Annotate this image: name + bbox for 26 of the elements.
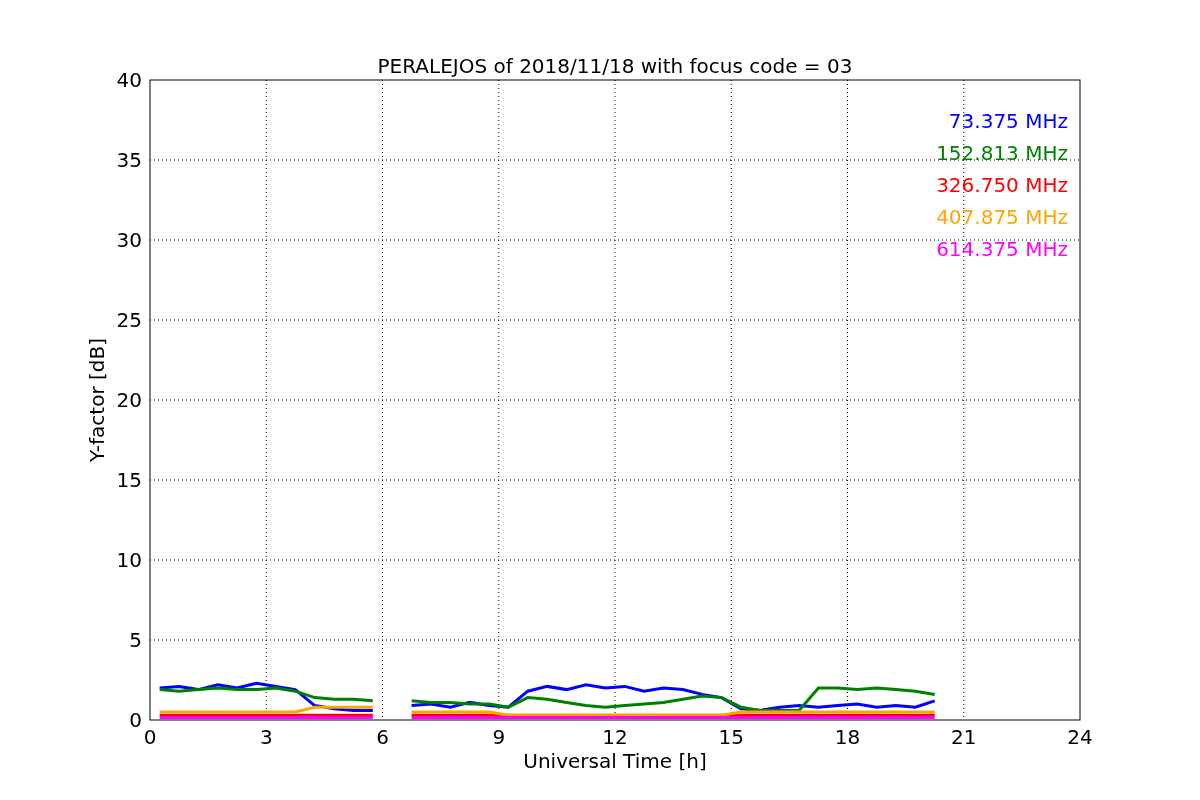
x-tick-label: 9 xyxy=(492,725,506,749)
y-tick-label: 5 xyxy=(129,628,142,652)
y-axis-label: Y-factor [dB] xyxy=(85,338,109,462)
x-tick-label: 12 xyxy=(602,725,628,749)
legend-label: 614.375 MHz xyxy=(936,237,1068,261)
legend-label: 152.813 MHz xyxy=(936,141,1068,165)
y-tick-label: 40 xyxy=(116,68,142,92)
x-tick-label: 3 xyxy=(259,725,273,749)
x-tick-label: 15 xyxy=(718,725,744,749)
legend-label: 73.375 MHz xyxy=(948,109,1068,133)
chart-title: PERALEJOS of 2018/11/18 with focus code = 03 xyxy=(377,54,853,78)
y-tick-label: 0 xyxy=(129,708,142,732)
x-tick-label: 18 xyxy=(834,725,861,749)
y-tick-label: 30 xyxy=(116,228,142,252)
y-tick-label: 35 xyxy=(116,148,142,172)
x-tick-label: 6 xyxy=(376,725,389,749)
legend-label: 407.875 MHz xyxy=(936,205,1068,229)
x-axis-label: Universal Time [h] xyxy=(523,749,707,773)
x-tick-label: 0 xyxy=(143,725,157,749)
y-tick-label: 10 xyxy=(116,548,142,572)
y-tick-label: 15 xyxy=(116,468,142,492)
y-tick-label: 25 xyxy=(116,308,142,332)
legend-label: 326.750 MHz xyxy=(936,173,1068,197)
x-tick-label: 21 xyxy=(951,725,977,749)
x-tick-label: 24 xyxy=(1067,725,1093,749)
y-tick-label: 20 xyxy=(116,388,142,412)
